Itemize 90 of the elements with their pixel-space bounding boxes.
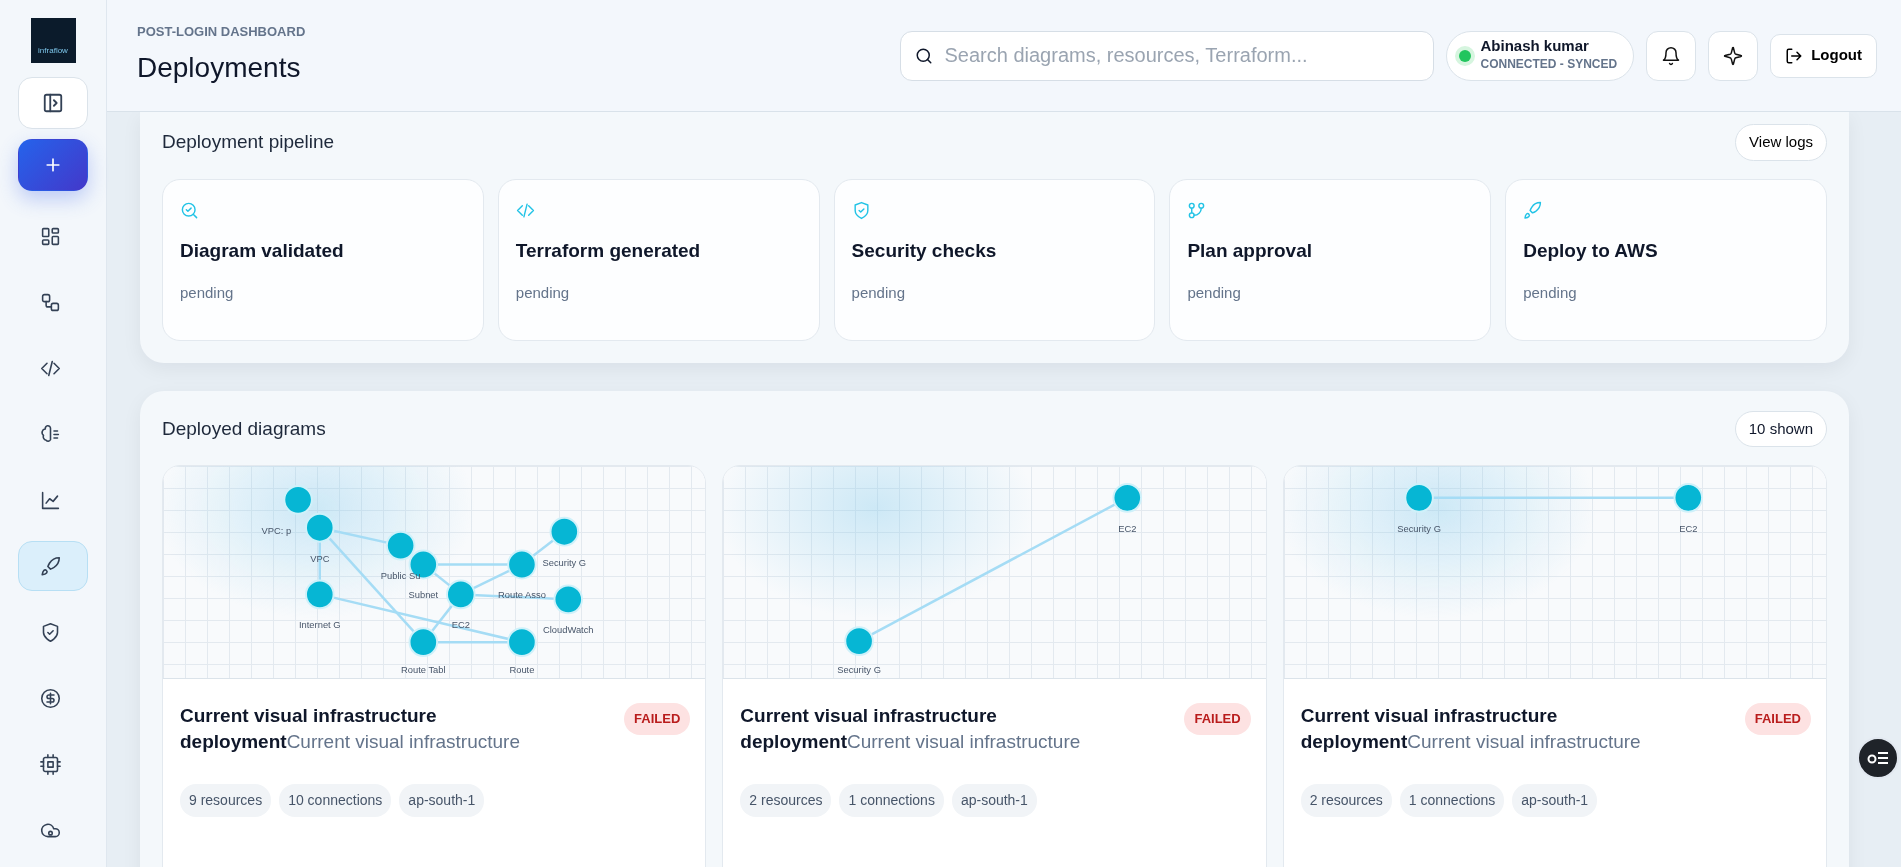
node-label: Internet G: [298, 619, 341, 631]
meta-tag: ap-south-1: [1512, 784, 1598, 818]
shield-check-icon: [851, 200, 871, 220]
node-label: Route: [509, 664, 535, 676]
rocket-icon: [1523, 200, 1543, 220]
user-name: Abinash kumar: [1480, 38, 1590, 55]
step-title: Deploy to AWS: [1523, 239, 1659, 263]
search-check-icon: [180, 200, 199, 220]
resource-node[interactable]: [408, 627, 439, 658]
diagram-card[interactable]: EC2 Security G Current visual infrastructure deploymentCurrent visual infrastructure FAILED 2 resources 1 connections ap-south-1: [722, 465, 1267, 867]
connection-status: CONNECTED - SYNCED: [1480, 55, 1618, 73]
node-label: EC2: [1678, 522, 1698, 534]
node-label: CloudWatch: [542, 624, 594, 636]
diagram-card[interactable]: Security G EC2 Current visual infrastructure deploymentCurrent visual infrastructure FAILED 2 resources 1 connections ap-south-1: [1282, 465, 1827, 867]
rocket-icon: [39, 555, 61, 577]
resource-node[interactable]: [283, 484, 313, 515]
sidebar-toggle-button[interactable]: [18, 77, 88, 129]
step-status: pending: [1523, 283, 1577, 304]
step-status: pending: [515, 283, 570, 304]
node-label: Route Asso: [498, 589, 546, 601]
logout-icon: [1785, 46, 1804, 65]
resource-node[interactable]: [305, 512, 335, 543]
step-status: pending: [1187, 283, 1241, 304]
brain-icon: [39, 423, 61, 445]
sparkle-button[interactable]: [1708, 30, 1759, 81]
meta-tag: 2 resources: [1300, 784, 1392, 818]
section-title: Deployment pipeline: [162, 130, 335, 154]
node-label: Subnet: [408, 589, 439, 601]
resource-node[interactable]: [844, 626, 875, 657]
step-title: Security checks: [851, 239, 998, 263]
meta-tag: 2 resources: [740, 784, 832, 818]
page-title: Deployments: [137, 51, 302, 86]
meta-tag: 1 connections: [839, 784, 944, 818]
resource-node[interactable]: [446, 579, 476, 610]
resource-node[interactable]: [549, 516, 580, 547]
resource-node[interactable]: [507, 627, 537, 658]
node-label: EC2: [451, 619, 470, 631]
card-title: Current visual infrastructure deploymentCurrent visual infrastructure: [740, 704, 1082, 754]
sparkle-icon: [1723, 45, 1744, 66]
resource-node[interactable]: [507, 549, 537, 580]
resource-node[interactable]: [1112, 482, 1143, 513]
step-title: Terraform generated: [515, 239, 702, 263]
page-eyebrow: POST-LOGIN DASHBOARD: [137, 22, 306, 41]
floating-menu-button[interactable]: [1857, 736, 1899, 779]
resource-node[interactable]: [408, 549, 439, 580]
resource-node[interactable]: [385, 530, 416, 561]
user-status-chip[interactable]: Abinash kumar CONNECTED - SYNCED: [1445, 30, 1635, 81]
flow-icon: [39, 291, 61, 313]
sidebar-icon: [42, 92, 64, 114]
resource-node[interactable]: [305, 579, 335, 610]
view-logs-button[interactable]: View logs: [1735, 124, 1827, 161]
node-label: VPC: p: [261, 524, 292, 536]
notifications-button[interactable]: [1646, 30, 1697, 81]
step-status: pending: [851, 283, 905, 304]
grid-icon: [39, 225, 61, 247]
meta-tag: ap-south-1: [399, 784, 485, 818]
step-status: pending: [180, 283, 234, 304]
meta-tag: ap-south-1: [951, 784, 1037, 818]
line-chart-icon: [39, 489, 61, 511]
resource-node[interactable]: [1673, 482, 1703, 513]
step-title: Plan approval: [1187, 239, 1313, 263]
node-label: EC2: [1118, 522, 1137, 534]
meta-tag: 9 resources: [180, 784, 272, 818]
section-title: Deployed diagrams: [162, 416, 326, 441]
logo: infraflow: [30, 18, 76, 63]
toggle-list-icon: [1867, 749, 1889, 766]
node-label: Security G: [837, 664, 882, 676]
resource-node[interactable]: [553, 584, 584, 615]
branch-icon: [1187, 200, 1207, 220]
node-label: Route Tabl: [401, 664, 446, 676]
status-badge: FAILED: [1744, 703, 1811, 735]
status-badge: FAILED: [624, 703, 691, 735]
step-title: Diagram validated: [180, 239, 345, 263]
status-badge: FAILED: [1184, 703, 1251, 735]
search-field[interactable]: Search diagrams, resources, Terraform...: [899, 30, 1434, 81]
bell-icon: [1661, 45, 1682, 66]
node-label: Security G: [1396, 522, 1441, 534]
logout-button[interactable]: Logout: [1770, 33, 1877, 78]
resource-node[interactable]: [1403, 482, 1434, 513]
node-label: Public Su: [380, 570, 421, 582]
node-label: VPC: [310, 552, 330, 564]
new-button[interactable]: [18, 139, 88, 191]
meta-tag: 1 connections: [1399, 784, 1505, 818]
chip-icon: [39, 753, 61, 775]
shown-count: 10 shown: [1734, 410, 1827, 447]
dollar-icon: [39, 687, 61, 709]
card-title: Current visual infrastructure deploymentCurrent visual infrastructure: [1300, 704, 1642, 754]
card-title: Current visual infrastructure deploymentCurrent visual infrastructure: [180, 704, 521, 754]
meta-tag: 10 connections: [279, 784, 392, 818]
node-label: Security G: [542, 556, 587, 568]
